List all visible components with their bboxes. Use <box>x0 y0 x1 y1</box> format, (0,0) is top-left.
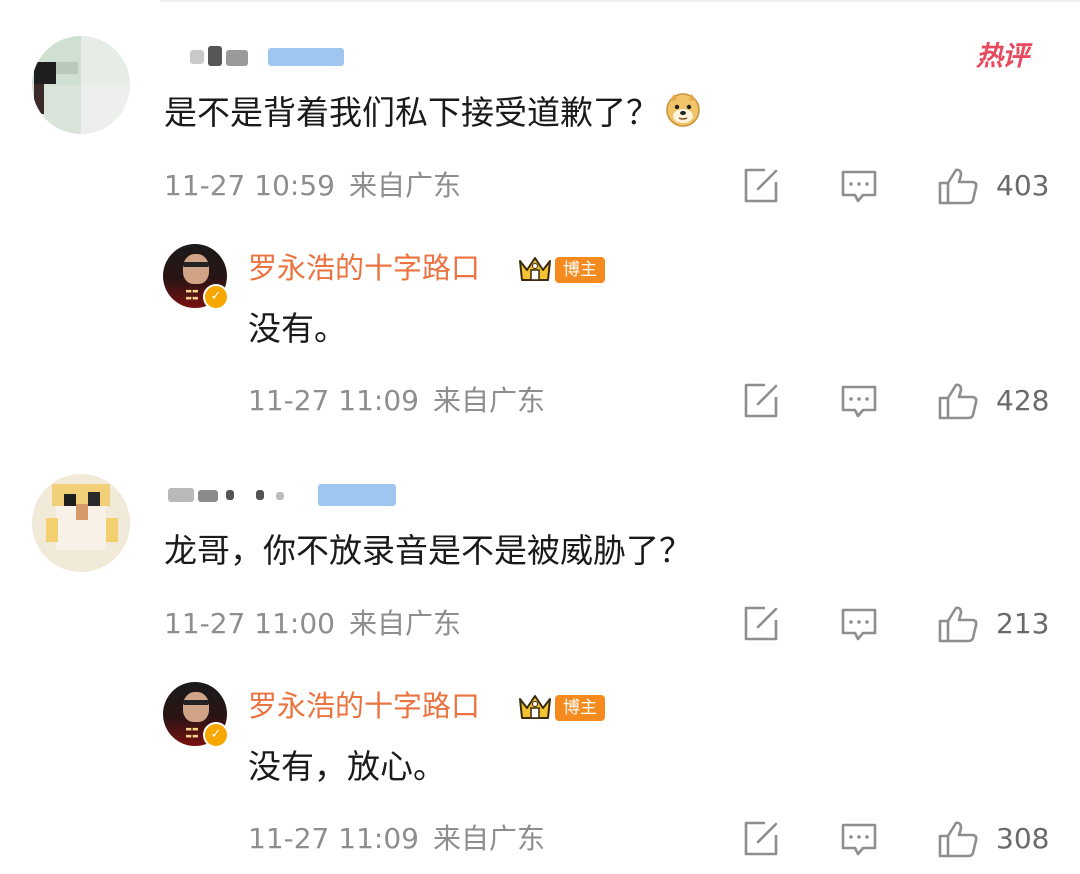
comment-icon[interactable] <box>839 381 879 421</box>
user-avatar[interactable] <box>32 474 130 572</box>
verified-badge-icon: ✓ <box>203 722 229 748</box>
like-count: 213 <box>996 607 1050 640</box>
username-blurred[interactable] <box>160 484 400 506</box>
reply-location: 来自广东 <box>432 822 545 855</box>
crown-icon <box>517 693 553 723</box>
comment-location: 来自广东 <box>348 169 461 202</box>
author-name[interactable]: 罗永浩的十字路口 <box>248 248 480 288</box>
hot-comment-tag: 热评 <box>976 41 1029 72</box>
share-edit-icon[interactable] <box>741 604 781 644</box>
host-badge: 博主 <box>555 257 605 283</box>
reply-text: 没有。 <box>248 309 347 348</box>
share-edit-icon[interactable] <box>741 166 781 206</box>
comment-text: 龙哥，你不放录音是不是被威胁了？ <box>164 531 692 570</box>
reply-text: 没有，放心。 <box>248 747 446 786</box>
like-count: 308 <box>996 822 1050 855</box>
thumbs-up-icon[interactable] <box>937 166 978 206</box>
comment-meta: 11-27 11:00 来自广东 <box>164 606 461 642</box>
like-count: 403 <box>996 169 1050 202</box>
comment-icon[interactable] <box>839 166 879 206</box>
reply-location: 来自广东 <box>432 384 545 417</box>
share-edit-icon[interactable] <box>741 819 781 859</box>
user-avatar[interactable] <box>32 36 130 134</box>
thumbs-up-icon[interactable] <box>937 604 978 644</box>
comment-icon[interactable] <box>839 604 879 644</box>
crown-icon <box>517 255 553 285</box>
comment-meta: 11-27 10:59 来自广东 <box>164 168 461 204</box>
thumbs-up-icon[interactable] <box>937 381 978 421</box>
like-count: 428 <box>996 384 1050 417</box>
author-avatar[interactable]: ▬▬ ▬▬ ✓ <box>163 244 229 310</box>
comment-icon[interactable] <box>839 819 879 859</box>
reply-time: 11-27 11:09 <box>248 384 419 417</box>
comment-text: 是不是背着我们私下接受道歉了？ <box>164 90 701 136</box>
verified-badge-icon: ✓ <box>203 284 229 310</box>
author-avatar[interactable]: ▬▬ ▬▬ ✓ <box>163 682 229 748</box>
author-name[interactable]: 罗永浩的十字路口 <box>248 686 480 726</box>
reply-time: 11-27 11:09 <box>248 822 419 855</box>
comment-time: 11-27 10:59 <box>164 169 335 202</box>
thumbs-up-icon[interactable] <box>937 819 978 859</box>
comment-time: 11-27 11:00 <box>164 607 335 640</box>
doge-emoji-icon <box>665 92 701 128</box>
comment-location: 来自广东 <box>348 607 461 640</box>
username-blurred[interactable] <box>182 46 352 68</box>
share-edit-icon[interactable] <box>741 381 781 421</box>
reply-meta: 11-27 11:09 来自广东 <box>248 383 545 419</box>
top-divider <box>160 0 1080 2</box>
reply-meta: 11-27 11:09 来自广东 <box>248 821 545 857</box>
host-badge: 博主 <box>555 695 605 721</box>
